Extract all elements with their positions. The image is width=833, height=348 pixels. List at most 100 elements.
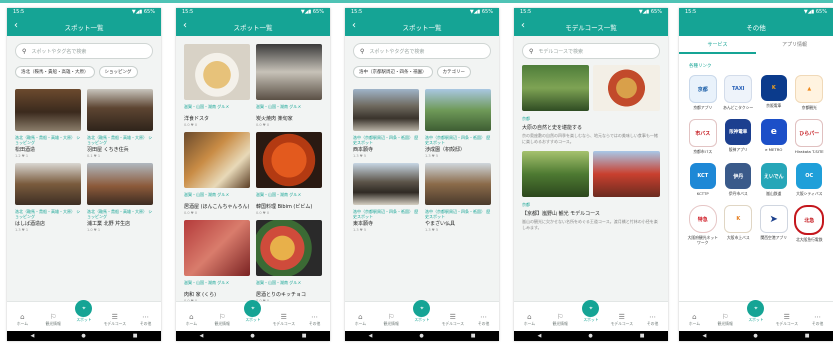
nav-course[interactable]: ☰ モデルコース bbox=[608, 313, 636, 327]
system-home-icon[interactable]: ● bbox=[753, 333, 757, 339]
system-recents-icon[interactable]: ■ bbox=[805, 333, 810, 339]
bottom-nav: ⌂ ホーム ⚐ 観光情報 ⌖ スポット ☰ モデルコース ⋯ その他 bbox=[7, 300, 161, 331]
app-link[interactable]: ▲ 京都観光 bbox=[794, 75, 826, 110]
spot-icon: ⌖ bbox=[244, 300, 262, 317]
nav-other[interactable]: ⋯ その他 bbox=[470, 313, 498, 327]
tab-service[interactable]: サービス bbox=[679, 36, 756, 54]
spot-card[interactable]: 洛中（京都駅周辺・四条・祇園） 歴史スポット 西本願寺 1.3 ♥ 5 bbox=[353, 89, 419, 158]
app-bar: ‹ モデルコース一覧 bbox=[514, 17, 668, 36]
bottom-nav: ⌂ ホーム ⚐ 観光情報 ⌖ スポット ☰ モデルコース ⋯ その他 bbox=[679, 300, 833, 331]
spot-card[interactable]: 滋賀・山国・湖南 グルメ 居酒屋 (ほんこんちゃんろん) 0.0 ♥ 0 bbox=[184, 132, 250, 215]
nav-spot[interactable]: ⌖ スポット bbox=[742, 300, 770, 323]
filter-category-chip[interactable]: ショッピング bbox=[98, 66, 138, 78]
nav-home[interactable]: ⌂ ホーム bbox=[177, 313, 205, 327]
app-link[interactable]: ee METRO bbox=[758, 119, 790, 154]
system-back-icon[interactable]: ◀ bbox=[538, 333, 542, 339]
info-icon: ⚐ bbox=[722, 313, 729, 321]
spot-card[interactable]: 洛中（京都駅周辺・四条・祇園） 歴史スポット 渉成園（枳殻邸） 1.3 ♥ 5 bbox=[425, 89, 491, 158]
spot-card[interactable]: 洛中（京都駅周辺・四条・祇園） 歴史スポット 東本願寺 1.3 ♥ 5 bbox=[353, 163, 419, 232]
food-photo bbox=[184, 132, 250, 188]
app-link[interactable]: ➤ 関西空港アプリ bbox=[758, 205, 790, 245]
tab-app-info[interactable]: アプリ情報 bbox=[756, 36, 833, 54]
status-bar: 15:5 ▼◢▮ 65% bbox=[345, 8, 499, 17]
app-link[interactable]: えいでん 嵐山鉄道 bbox=[758, 163, 790, 196]
back-arrow-icon[interactable]: ‹ bbox=[183, 20, 187, 32]
spot-card[interactable]: 洛北（鞍馬・貴船・高雄・大原） ショッピング 羽田屋 くちき住兵 0.1 ♥ 1 bbox=[87, 89, 153, 158]
nav-tourism[interactable]: ⚐ 観光情報 bbox=[39, 313, 67, 327]
nav-course[interactable]: ☰ モデルコース bbox=[773, 313, 801, 327]
filter-category-chip[interactable]: カテゴリー bbox=[436, 66, 471, 78]
system-home-icon[interactable]: ● bbox=[250, 333, 254, 339]
app-link[interactable]: 市バス 京都市バス bbox=[687, 119, 719, 154]
filter-area-chip[interactable]: 洛北（鞍馬・貴船・高雄・大原） bbox=[15, 66, 95, 78]
system-back-icon[interactable]: ◀ bbox=[200, 333, 204, 339]
system-recents-icon[interactable]: ■ bbox=[133, 333, 138, 339]
system-back-icon[interactable]: ◀ bbox=[369, 333, 373, 339]
nav-other[interactable]: ⋯ その他 bbox=[301, 313, 329, 327]
app-link[interactable]: ひらパー Hirakata T-SITE bbox=[794, 119, 826, 154]
back-arrow-icon[interactable]: ‹ bbox=[352, 20, 356, 32]
nav-home[interactable]: ⌂ ホーム bbox=[680, 313, 708, 327]
nav-home[interactable]: ⌂ ホーム bbox=[346, 313, 374, 327]
search-input[interactable]: ⚲ スポットやタグ名で検索 bbox=[353, 43, 491, 59]
app-link[interactable]: 京都 京都アプリ bbox=[687, 75, 719, 110]
app-bar: ‹ スポット一覧 bbox=[7, 17, 161, 36]
system-home-icon[interactable]: ● bbox=[588, 333, 592, 339]
spot-card[interactable]: 洛北（鞍馬・貴船・高雄・大原） ショッピング はしば酒造店 1.3 ♥ 1 bbox=[15, 163, 81, 232]
system-home-icon[interactable]: ● bbox=[419, 333, 423, 339]
nav-tourism[interactable]: ⚐ 観光情報 bbox=[377, 313, 405, 327]
nav-course[interactable]: ☰ モデルコース bbox=[439, 313, 467, 327]
course-icon: ☰ bbox=[280, 313, 287, 321]
system-recents-icon[interactable]: ■ bbox=[471, 333, 476, 339]
spot-card[interactable]: 滋賀・山国・湖南 グルメ 居酒とりのキッチョコ 0.0 ♥ 0 bbox=[256, 220, 322, 303]
spot-card[interactable]: 洛北（鞍馬・貴船・高雄・大原） ショッピング 松田酒造 1.2 ♥ 1 bbox=[15, 89, 81, 158]
spot-card[interactable]: 滋賀・山国・湖南 グルメ 肉和 家 (くら) 0.0 ♥ 0 bbox=[184, 220, 250, 303]
system-home-icon[interactable]: ● bbox=[81, 333, 85, 339]
app-link[interactable]: 特急 大阪府観光ネットワーク bbox=[687, 205, 719, 245]
spot-card[interactable]: 滋賀・山国・湖南 グルメ 韓国料理 Bibim (ビビム) 0.0 ♥ 0 bbox=[256, 132, 322, 215]
spot-card[interactable]: 洛北（鞍馬・貴船・高雄・大原） ショッピング 浦工業 北野 芹生店 1.0 ♥ … bbox=[87, 163, 153, 232]
app-link[interactable]: K 大阪市上バス bbox=[723, 205, 755, 245]
app-link[interactable]: 伊丹 伊丹市バス bbox=[723, 163, 755, 196]
nav-other[interactable]: ⋯ その他 bbox=[804, 313, 832, 327]
nav-spot[interactable]: ⌖ スポット bbox=[70, 300, 98, 323]
system-back-icon[interactable]: ◀ bbox=[31, 333, 35, 339]
nav-spot[interactable]: ⌖ スポット bbox=[408, 300, 436, 323]
back-arrow-icon[interactable]: ‹ bbox=[14, 20, 18, 32]
nav-home[interactable]: ⌂ ホーム bbox=[515, 313, 543, 327]
app-link[interactable]: TAXI あんどこタクシー bbox=[723, 75, 755, 110]
nav-spot[interactable]: ⌖ スポット bbox=[239, 300, 267, 323]
nav-tourism[interactable]: ⚐ 観光情報 bbox=[711, 313, 739, 327]
app-link[interactable]: ОС 大阪シティバス bbox=[794, 163, 826, 196]
spot-card[interactable]: 滋賀・山国・湖南 グルメ 炭火焼肉 楽旬家 0.0 ♥ 0 bbox=[256, 44, 322, 127]
system-back-icon[interactable]: ◀ bbox=[703, 333, 707, 339]
nav-tourism[interactable]: ⚐ 観光情報 bbox=[208, 313, 236, 327]
system-recents-icon[interactable]: ■ bbox=[302, 333, 307, 339]
nav-course[interactable]: ☰ モデルコース bbox=[270, 313, 298, 327]
food-photo bbox=[256, 220, 322, 276]
system-nav-bar: ◀ ● ■ bbox=[7, 331, 161, 341]
search-input[interactable]: ⚲ モデルコースで検索 bbox=[522, 43, 660, 59]
nav-other[interactable]: ⋯ その他 bbox=[639, 313, 667, 327]
nav-course[interactable]: ☰ モデルコース bbox=[101, 313, 129, 327]
nav-tourism[interactable]: ⚐ 観光情報 bbox=[546, 313, 574, 327]
nav-spot[interactable]: ⌖ スポット bbox=[577, 300, 605, 323]
home-icon: ⌂ bbox=[692, 313, 697, 321]
course-card[interactable]: 京都 大原の自然と史を堪能する 京の奥座敷の自然の四季を楽しむなら、地元ならでは… bbox=[514, 65, 668, 145]
nav-home[interactable]: ⌂ ホーム bbox=[8, 313, 36, 327]
search-input[interactable]: ⚲ スポットやタグ名で検索 bbox=[15, 43, 153, 59]
app-link[interactable]: KCT KCTTP bbox=[687, 163, 719, 196]
nav-other[interactable]: ⋯ その他 bbox=[132, 313, 160, 327]
system-recents-icon[interactable]: ■ bbox=[640, 333, 645, 339]
course-card[interactable]: 京都 【京都】嵐野山 観光 モデルコース 嵐山の観光に欠かせない名所をめぐる王道… bbox=[514, 151, 668, 231]
back-arrow-icon[interactable]: ‹ bbox=[521, 20, 525, 32]
app-link[interactable]: K 京阪電車 bbox=[758, 75, 790, 110]
spot-card[interactable]: 滋賀・山国・湖南 グルメ 洋食ドスタ 0.0 ♥ 0 bbox=[184, 44, 250, 127]
app-link[interactable]: 北急 北大阪急行電鉄 bbox=[794, 205, 826, 245]
filter-area-chip[interactable]: 洛中（京都駅周辺・四条・祇園） bbox=[353, 66, 433, 78]
app-link[interactable]: 阪神電車 阪神アプリ bbox=[723, 119, 755, 154]
info-icon: ⚐ bbox=[50, 313, 57, 321]
course-photo bbox=[593, 65, 660, 111]
taxi-icon: TAXI bbox=[724, 75, 753, 103]
spot-card[interactable]: 洛中（京都駅周辺・四条・祇園） 歴史スポット やまざい仏具 1.3 ♥ 5 bbox=[425, 163, 491, 232]
